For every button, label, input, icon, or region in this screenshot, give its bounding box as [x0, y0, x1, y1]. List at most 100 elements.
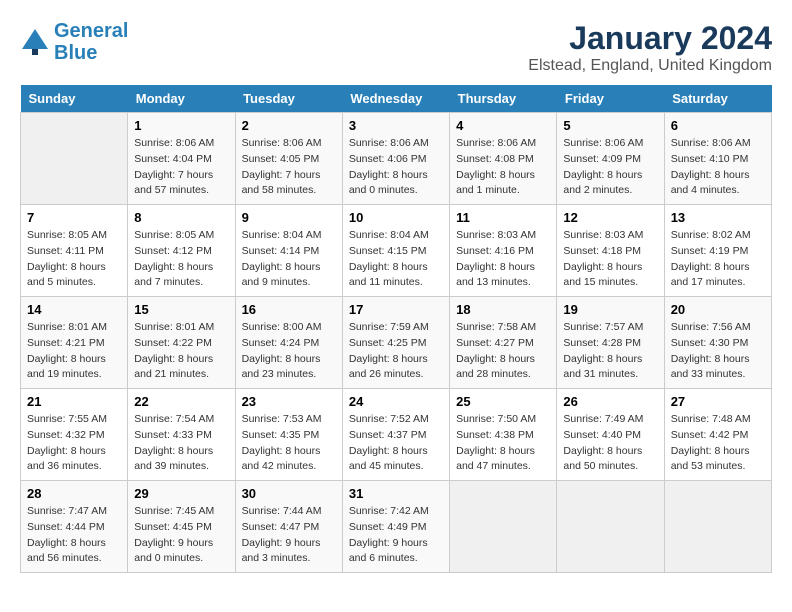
- calendar-cell: 8Sunrise: 8:05 AMSunset: 4:12 PMDaylight…: [128, 205, 235, 297]
- calendar-cell: 23Sunrise: 7:53 AMSunset: 4:35 PMDayligh…: [235, 389, 342, 481]
- day-number: 29: [134, 486, 228, 501]
- calendar-cell: 17Sunrise: 7:59 AMSunset: 4:25 PMDayligh…: [342, 297, 449, 389]
- calendar-cell: [557, 481, 664, 573]
- day-number: 13: [671, 210, 765, 225]
- calendar-cell: 30Sunrise: 7:44 AMSunset: 4:47 PMDayligh…: [235, 481, 342, 573]
- day-number: 1: [134, 118, 228, 133]
- calendar-cell: 12Sunrise: 8:03 AMSunset: 4:18 PMDayligh…: [557, 205, 664, 297]
- calendar-week-1: 1 Sunrise: 8:06 AMSunset: 4:04 PMDaylight…: [21, 113, 772, 205]
- day-info: Sunrise: 8:06 AMSunset: 4:05 PMDaylight:…: [242, 136, 336, 199]
- calendar-week-3: 14Sunrise: 8:01 AMSunset: 4:21 PMDayligh…: [21, 297, 772, 389]
- day-info: Sunrise: 7:53 AMSunset: 4:35 PMDaylight:…: [242, 412, 336, 475]
- day-number: 16: [242, 302, 336, 317]
- day-number: 22: [134, 394, 228, 409]
- day-info: Sunrise: 8:06 AMSunset: 4:04 PMDaylight:…: [134, 136, 228, 199]
- day-info: Sunrise: 8:03 AMSunset: 4:16 PMDaylight:…: [456, 228, 550, 291]
- day-header-sunday: Sunday: [21, 85, 128, 113]
- day-number: 11: [456, 210, 550, 225]
- calendar-cell: [664, 481, 771, 573]
- main-title: January 2024: [528, 20, 772, 57]
- title-section: January 2024 Elstead, England, United Ki…: [528, 20, 772, 75]
- day-number: 3: [349, 118, 443, 133]
- day-info: Sunrise: 8:05 AMSunset: 4:11 PMDaylight:…: [27, 228, 121, 291]
- day-number: 31: [349, 486, 443, 501]
- calendar-cell: 4 Sunrise: 8:06 AMSunset: 4:08 PMDaylight…: [450, 113, 557, 205]
- day-info: Sunrise: 7:54 AMSunset: 4:33 PMDaylight:…: [134, 412, 228, 475]
- day-info: Sunrise: 8:06 AMSunset: 4:06 PMDaylight:…: [349, 136, 443, 199]
- day-number: 17: [349, 302, 443, 317]
- day-number: 15: [134, 302, 228, 317]
- header-row: SundayMondayTuesdayWednesdayThursdayFrid…: [21, 85, 772, 113]
- day-info: Sunrise: 7:58 AMSunset: 4:27 PMDaylight:…: [456, 320, 550, 383]
- calendar-cell: 28 Sunrise: 7:47 AMSunset: 4:44 PMDayligh…: [21, 481, 128, 573]
- day-info: Sunrise: 8:06 AMSunset: 4:09 PMDaylight:…: [563, 136, 657, 199]
- calendar-cell: 2 Sunrise: 8:06 AMSunset: 4:05 PMDaylight…: [235, 113, 342, 205]
- day-number: 4: [456, 118, 550, 133]
- calendar-cell: 21 Sunrise: 7:55 AMSunset: 4:32 PMDayligh…: [21, 389, 128, 481]
- calendar-cell: [450, 481, 557, 573]
- calendar-week-2: 7 Sunrise: 8:05 AMSunset: 4:11 PMDaylight…: [21, 205, 772, 297]
- logo-text: General Blue: [54, 20, 128, 64]
- day-number: 2: [242, 118, 336, 133]
- calendar-cell: 1 Sunrise: 8:06 AMSunset: 4:04 PMDaylight…: [128, 113, 235, 205]
- calendar-cell: 14Sunrise: 8:01 AMSunset: 4:21 PMDayligh…: [21, 297, 128, 389]
- day-number: 10: [349, 210, 443, 225]
- day-info: Sunrise: 8:01 AMSunset: 4:21 PMDaylight:…: [27, 320, 121, 383]
- day-number: 9: [242, 210, 336, 225]
- day-header-wednesday: Wednesday: [342, 85, 449, 113]
- calendar-cell: 18 Sunrise: 7:58 AMSunset: 4:27 PMDayligh…: [450, 297, 557, 389]
- calendar-week-5: 28 Sunrise: 7:47 AMSunset: 4:44 PMDayligh…: [21, 481, 772, 573]
- calendar-cell: 15 Sunrise: 8:01 AMSunset: 4:22 PMDayligh…: [128, 297, 235, 389]
- day-number: 27: [671, 394, 765, 409]
- day-info: Sunrise: 7:45 AMSunset: 4:45 PMDaylight:…: [134, 504, 228, 567]
- day-info: Sunrise: 8:00 AMSunset: 4:24 PMDaylight:…: [242, 320, 336, 383]
- day-info: Sunrise: 8:06 AMSunset: 4:08 PMDaylight:…: [456, 136, 550, 199]
- day-number: 5: [563, 118, 657, 133]
- calendar-cell: 22 Sunrise: 7:54 AMSunset: 4:33 PMDayligh…: [128, 389, 235, 481]
- calendar-cell: 19Sunrise: 7:57 AMSunset: 4:28 PMDayligh…: [557, 297, 664, 389]
- day-info: Sunrise: 7:48 AMSunset: 4:42 PMDaylight:…: [671, 412, 765, 475]
- day-number: 21: [27, 394, 121, 409]
- day-header-friday: Friday: [557, 85, 664, 113]
- calendar-cell: 20Sunrise: 7:56 AMSunset: 4:30 PMDayligh…: [664, 297, 771, 389]
- day-number: 28: [27, 486, 121, 501]
- day-info: Sunrise: 8:04 AMSunset: 4:15 PMDaylight:…: [349, 228, 443, 291]
- calendar-cell: 9 Sunrise: 8:04 AMSunset: 4:14 PMDaylight…: [235, 205, 342, 297]
- calendar-cell: 5 Sunrise: 8:06 AMSunset: 4:09 PMDaylight…: [557, 113, 664, 205]
- day-number: 19: [563, 302, 657, 317]
- calendar-cell: 25Sunrise: 7:50 AMSunset: 4:38 PMDayligh…: [450, 389, 557, 481]
- day-header-tuesday: Tuesday: [235, 85, 342, 113]
- day-info: Sunrise: 7:55 AMSunset: 4:32 PMDaylight:…: [27, 412, 121, 475]
- calendar-cell: 24Sunrise: 7:52 AMSunset: 4:37 PMDayligh…: [342, 389, 449, 481]
- day-info: Sunrise: 7:42 AMSunset: 4:49 PMDaylight:…: [349, 504, 443, 567]
- subtitle: Elstead, England, United Kingdom: [528, 57, 772, 75]
- day-info: Sunrise: 8:02 AMSunset: 4:19 PMDaylight:…: [671, 228, 765, 291]
- day-info: Sunrise: 8:01 AMSunset: 4:22 PMDaylight:…: [134, 320, 228, 383]
- calendar-cell: 29 Sunrise: 7:45 AMSunset: 4:45 PMDayligh…: [128, 481, 235, 573]
- day-number: 18: [456, 302, 550, 317]
- calendar-cell: 6 Sunrise: 8:06 AMSunset: 4:10 PMDaylight…: [664, 113, 771, 205]
- calendar-cell: 31 Sunrise: 7:42 AMSunset: 4:49 PMDayligh…: [342, 481, 449, 573]
- calendar-body: 1 Sunrise: 8:06 AMSunset: 4:04 PMDaylight…: [21, 113, 772, 573]
- page-header: General Blue January 2024 Elstead, Engla…: [20, 20, 772, 75]
- day-number: 30: [242, 486, 336, 501]
- calendar-cell: 11 Sunrise: 8:03 AMSunset: 4:16 PMDayligh…: [450, 205, 557, 297]
- day-info: Sunrise: 7:47 AMSunset: 4:44 PMDaylight:…: [27, 504, 121, 567]
- calendar-cell: 7 Sunrise: 8:05 AMSunset: 4:11 PMDaylight…: [21, 205, 128, 297]
- day-header-saturday: Saturday: [664, 85, 771, 113]
- day-info: Sunrise: 7:52 AMSunset: 4:37 PMDaylight:…: [349, 412, 443, 475]
- day-header-monday: Monday: [128, 85, 235, 113]
- day-info: Sunrise: 8:06 AMSunset: 4:10 PMDaylight:…: [671, 136, 765, 199]
- day-number: 6: [671, 118, 765, 133]
- calendar-week-4: 21 Sunrise: 7:55 AMSunset: 4:32 PMDayligh…: [21, 389, 772, 481]
- calendar-cell: 10 Sunrise: 8:04 AMSunset: 4:15 PMDayligh…: [342, 205, 449, 297]
- day-number: 7: [27, 210, 121, 225]
- logo-icon: [20, 27, 50, 57]
- day-info: Sunrise: 7:50 AMSunset: 4:38 PMDaylight:…: [456, 412, 550, 475]
- calendar-cell: 26Sunrise: 7:49 AMSunset: 4:40 PMDayligh…: [557, 389, 664, 481]
- day-info: Sunrise: 8:04 AMSunset: 4:14 PMDaylight:…: [242, 228, 336, 291]
- day-number: 8: [134, 210, 228, 225]
- day-info: Sunrise: 7:49 AMSunset: 4:40 PMDaylight:…: [563, 412, 657, 475]
- calendar-cell: [21, 113, 128, 205]
- day-number: 12: [563, 210, 657, 225]
